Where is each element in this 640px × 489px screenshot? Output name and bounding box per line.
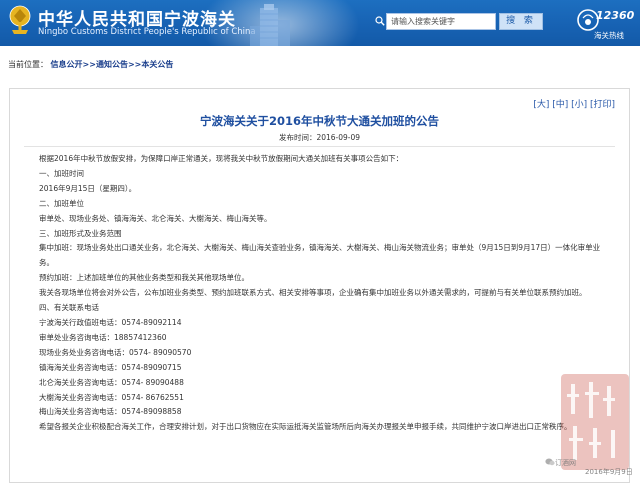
watermark-date: 2016年9月9日 [585, 468, 633, 476]
paragraph: 集中加班：现场业务处出口通关业务，北仑海关、大榭海关、梅山海关查验业务，镇海海关… [39, 243, 601, 268]
hotline-label: 海关热线 [594, 31, 624, 40]
publish-label: 发布时间： [278, 133, 317, 142]
paragraph: 根据2016年中秋节放假安排，为保障口岸正常通关，现将我关中秋节放假期间大通关加… [39, 154, 404, 163]
breadcrumb-item-notices[interactable]: 通知公告 [96, 60, 128, 69]
wechat-icon [545, 458, 555, 466]
breadcrumb-separator: >> [82, 60, 96, 69]
font-size-controls[interactable]: [大] [中] [小] [打印] [533, 97, 615, 110]
breadcrumb-prefix: 当前位置： [8, 60, 48, 69]
site-subtitle: Ningbo Customs District People's Republi… [38, 27, 256, 37]
breadcrumb-item-info[interactable]: 信息公开 [51, 60, 83, 69]
phone-line: 宁波海关行政值班电话：0574-89092114 [39, 317, 182, 327]
publish-date: 2016-09-09 [316, 133, 361, 142]
paragraph: 2016年9月15日（星期四）。 [39, 183, 137, 193]
hotline-number: 12360 [596, 9, 635, 22]
search-button[interactable]: 搜 索 [499, 13, 543, 30]
phone-line: 北仑海关业务咨询电话：0574- 89090488 [39, 377, 184, 387]
article-title: 宁波海关关于2016年中秋节大通关加班的公告 [199, 114, 439, 128]
article-body: 根据2016年中秋节放假安排，为保障口岸正常通关，现将我关中秋节放假期间大通关加… [39, 152, 614, 435]
article-frame: [大] [中] [小] [打印] 宁波海关关于2016年中秋节大通关加班的公告 … [9, 88, 630, 483]
breadcrumb: 当前位置： 信息公开>>通知公告>>本关公告 [8, 59, 173, 70]
phone-line: 现场业务处业务咨询电话：0574- 89090570 [39, 347, 192, 357]
paragraph: 一、加班时间 [39, 168, 84, 178]
paragraph: 希望各报关企业积极配合海关工作，合理安排计划，对于出口货物应在实际运抵海关监管场… [39, 422, 572, 432]
paragraph: 二、加班单位 [39, 198, 84, 208]
search-input[interactable]: 请输入搜索关键字 [386, 13, 496, 30]
phone-line: 审单处业务咨询电话：18857412360 [39, 332, 167, 342]
phone-line: 梅山海关业务咨询电话：0574-89098858 [39, 407, 182, 417]
phone-line: 大榭海关业务咨询电话：0574- 86762551 [39, 392, 184, 402]
title-divider [24, 146, 615, 147]
paragraph: 预约加班：上述加班单位的其他业务类型和我关其他现场单位。 [39, 273, 249, 283]
breadcrumb-separator: >> [127, 60, 142, 69]
search-icon [375, 16, 385, 26]
wechat-watermark-text: 订酒网 [555, 459, 576, 467]
site-header: 中华人民共和国宁波海关 Ningbo Customs District Peop… [0, 0, 640, 46]
breadcrumb-item-announcements[interactable]: 本关公告 [141, 60, 173, 69]
paragraph: 我关各现场单位将会对外公告，公布加班业务类型、预约加班联系方式、相关安排等事项，… [39, 288, 587, 298]
phone-line: 镇海海关业务咨询电话：0574-89090715 [39, 362, 182, 372]
paragraph: 审单处、现场业务处、镇海海关、北仑海关、大榭海关、梅山海关等。 [39, 213, 272, 223]
paragraph: 三、加班形式及业务范围 [39, 228, 122, 238]
paragraph: 四、有关联系电话 [39, 303, 99, 313]
customs-building-icon [250, 4, 290, 46]
publish-info: 发布时间：2016-09-09 [10, 132, 629, 143]
customs-emblem-icon [9, 5, 31, 34]
